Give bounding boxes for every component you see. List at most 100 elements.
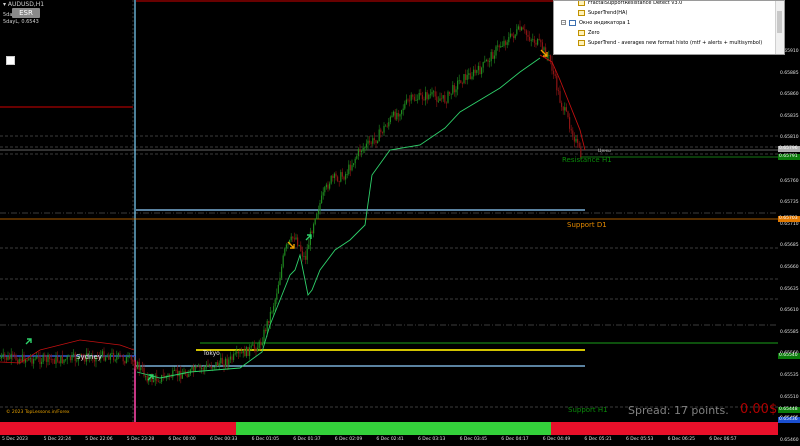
candle-body [493,55,495,59]
candle-body [516,29,518,35]
candle-body [396,112,398,120]
candle-body [20,359,22,362]
orange-arrow-icon [287,241,295,249]
price-axis[interactable]: 0.65910 0.65885 0.65860 0.65835 0.65810 0.657… [778,0,800,443]
candle-body [293,238,295,240]
price-tag: 0.65436 [778,417,800,423]
time-tick-label: 5 Dec 22:06 [85,437,113,442]
candle-body [36,356,38,359]
candle-body [532,39,534,41]
candle-body [535,42,537,45]
candle-body [489,61,491,62]
candle-body [575,138,577,142]
candle-body [29,358,31,359]
candle-body [4,353,6,358]
indicator-list-item[interactable]: FractalSupportResistance Detect v3.0 [578,1,682,7]
candle-body [181,374,183,379]
time-tick-label: 6 Dec 03:13 [418,437,446,442]
candle-body [186,374,188,378]
candle-body [42,354,44,362]
indicator-list-item[interactable]: SuperTrend - averages new format histo (… [578,39,762,48]
candle-body [332,175,334,179]
candle-body [132,359,134,362]
candle-body [101,351,103,356]
candle-body [401,110,403,115]
candle-body [55,356,57,364]
candle-body [353,163,355,166]
candle-body [321,195,323,204]
indicator-label: Окно индикатора 1 [579,19,631,26]
candle-body [69,355,71,361]
candle-body [58,361,60,364]
candle-body [380,129,382,132]
candle-body [205,364,207,368]
time-tick-label: 5 Dec 23:28 [126,437,155,442]
indicator-icon [578,30,585,37]
candle-body [223,364,225,367]
candle-body [553,70,555,75]
candle-body [193,366,195,372]
candle-body [541,42,543,51]
candle-body [217,362,219,366]
copyright-text: © 2023 TopLessons.in/Forex [6,410,70,415]
candle-body [146,375,148,382]
candle-body [250,345,252,348]
spread-value: 0.00$ [740,402,778,417]
candle-body [303,256,305,257]
candle-body [441,98,443,100]
candle-body [199,365,201,369]
candle-body [442,95,444,99]
time-tick-label: 6 Dec 01:37 [293,437,321,442]
candle-body [436,96,438,102]
collapse-icon[interactable]: − [561,20,566,26]
candle-body [159,381,161,383]
scrollbar-thumb[interactable] [777,11,782,33]
price-tick-label: 0.65610 [780,308,799,314]
indicator-icon [578,9,585,16]
time-tick-label: 6 Dec 05:53 [626,437,654,442]
indicator-icon [578,1,585,6]
candle-body [7,355,9,360]
indicator-list-panel[interactable]: FractalSupportResistance Detect v3.0 Supe… [553,0,785,55]
candle-body [244,349,246,357]
candle-body [137,361,139,369]
candle-body [482,62,484,68]
candle-body [308,244,310,250]
candle-body [522,27,524,30]
candle-body [157,381,159,382]
candle-body [253,344,255,349]
candle-body [429,94,431,96]
candle-body [316,213,318,219]
candle-body [105,357,107,361]
panel-scrollbar[interactable] [775,1,784,54]
indicator-list-item[interactable]: Zero [578,29,600,38]
time-tick-label: 6 Dec 01:05 [251,437,279,442]
indicator-checkbox[interactable] [6,56,15,65]
candle-body [268,320,270,324]
price-chart[interactable] [0,0,800,446]
esr-button[interactable]: ESR [12,8,40,18]
indicator-list-item[interactable]: SuperTrend(HA) [578,8,627,17]
candle-body [5,357,7,360]
candle-body [113,352,115,361]
candle-body [375,140,377,143]
tokyo-session-label: Tokyo [203,350,220,357]
time-axis[interactable]: 5 Dec 2023 5 Dec 22:24 5 Dec 22:06 5 Dec 23… [0,436,800,446]
green-arrow-icon [25,338,32,345]
candle-body [228,359,230,365]
candle-body [329,183,331,189]
indicator-list-item[interactable]: − Окно индикатора 1 [561,18,630,27]
chart-window[interactable]: ▾ AUDUSD,H1 5dayH, 0.6667 5dayL, 0.6543 … [0,0,800,446]
candle-body [255,348,257,352]
candle-body [490,52,492,62]
candle-body [305,256,307,260]
candle-body [524,29,526,31]
candle-body [378,129,380,142]
candle-body [34,358,36,360]
candle-body [500,46,502,48]
candle-body [13,354,15,356]
candle-body [237,351,239,354]
candle-body [460,80,462,84]
candle-body [2,353,4,356]
candle-body [561,102,563,108]
